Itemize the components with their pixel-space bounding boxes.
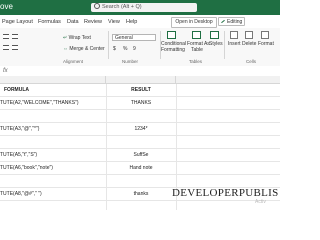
align-left-icon[interactable]	[3, 45, 9, 50]
search-icon	[94, 3, 100, 9]
format-as-table-icon[interactable]	[192, 31, 201, 39]
result-cell[interactable]: Hand note	[106, 162, 176, 175]
alignment-group-label: Alignment	[63, 59, 84, 64]
delete-cells-label[interactable]: Delete	[242, 41, 256, 47]
table-row[interactable]	[0, 136, 280, 149]
tab-help[interactable]: Help	[126, 19, 137, 25]
tab-page-layout[interactable]: Page Layout	[2, 19, 33, 25]
function-icon[interactable]: fx	[3, 68, 8, 74]
tab-data[interactable]: Data	[67, 19, 79, 25]
table-row[interactable]: TUTE(A3,"@","*") 1234*	[0, 123, 280, 136]
formula-cell[interactable]: TUTE(A6,"book","note")	[0, 162, 53, 175]
result-cell[interactable]: SuffSe	[106, 149, 176, 162]
formula-cell[interactable]: TUTE(A8,"@#"," ")	[0, 188, 42, 201]
cell-styles-icon[interactable]	[210, 31, 219, 39]
result-cell[interactable]: THANKS	[106, 97, 176, 110]
activate-windows-text: Activ	[255, 199, 266, 205]
conditional-formatting-label-2[interactable]: Formatting	[161, 47, 185, 53]
result-cell[interactable]: 1234*	[106, 123, 176, 136]
formula-header: FORMULA	[4, 87, 29, 93]
search-box[interactable]: Search (Alt + Q)	[91, 3, 197, 12]
currency-button[interactable]: $	[113, 46, 116, 52]
format-as-table-label-2[interactable]: Table	[191, 47, 203, 53]
table-row[interactable]: TUTE(A6,"book","note") Hand note	[0, 162, 280, 175]
table-row[interactable]	[0, 110, 280, 123]
pencil-icon	[221, 19, 225, 24]
cell-styles-label[interactable]: Styles	[209, 41, 223, 47]
ribbon-separator	[224, 31, 225, 59]
delete-cells-icon[interactable]	[245, 31, 253, 39]
table-row[interactable]: TUTE(A2,"WELCOME","THANKS") THANKS	[0, 97, 280, 110]
format-cells-label[interactable]: Format	[258, 41, 274, 47]
number-format-value: General	[115, 35, 133, 41]
number-group-label: Number	[122, 59, 139, 64]
comma-style-button[interactable]: 9	[133, 46, 136, 52]
editing-label: Editing	[227, 19, 243, 25]
table-row[interactable]: FORMULA RESULT	[0, 84, 280, 97]
number-format-dropdown[interactable]: General	[112, 34, 156, 41]
search-placeholder: Search (Alt + Q)	[102, 4, 142, 10]
app-title: ove	[0, 2, 13, 11]
align-top-icon[interactable]	[3, 34, 9, 39]
result-header: RESULT	[131, 87, 151, 93]
cells-group-label: Cells	[246, 59, 257, 64]
tab-formulas[interactable]: Formulas	[38, 19, 61, 25]
tab-view[interactable]: View	[108, 19, 120, 25]
column-header-b[interactable]	[106, 76, 176, 84]
watermark-text: DEVELOPERPUBLIS	[172, 187, 279, 199]
conditional-formatting-icon[interactable]	[167, 31, 176, 39]
formula-cell[interactable]: TUTE(A2,"WELCOME","THANKS")	[0, 97, 79, 110]
table-row[interactable]: TUTE(A5,"t","S") SuffSe	[0, 149, 280, 162]
percent-button[interactable]: %	[123, 46, 127, 52]
wrap-text-button[interactable]: ↵ Wrap Text	[63, 35, 91, 41]
align-middle-icon[interactable]	[12, 34, 18, 39]
indent-icon[interactable]	[12, 45, 18, 50]
wrap-text-label: Wrap Text	[68, 35, 91, 41]
open-in-desktop-button[interactable]: Open in Desktop App	[171, 17, 217, 34]
tables-group-label: Tables	[189, 59, 203, 64]
format-cells-icon[interactable]	[261, 31, 269, 39]
result-cell[interactable]: thanks	[106, 188, 176, 201]
insert-cells-label[interactable]: Insert	[228, 41, 241, 47]
merge-center-button[interactable]: ⇔ Merge & Center	[63, 46, 105, 52]
column-header-a[interactable]	[0, 76, 106, 84]
merge-center-label: Merge & Center	[69, 46, 105, 52]
formula-cell[interactable]: TUTE(A3,"@","*")	[0, 123, 39, 136]
editing-mode-button[interactable]: Editing	[218, 17, 245, 26]
insert-cells-icon[interactable]	[230, 31, 238, 39]
formula-cell[interactable]: TUTE(A5,"t","S")	[0, 149, 37, 162]
column-header-c[interactable]	[176, 76, 280, 84]
tab-review[interactable]: Review	[84, 19, 102, 25]
ribbon-separator	[108, 31, 109, 59]
title-bar: ove Search (Alt + Q)	[0, 0, 280, 15]
ribbon: ↵ Wrap Text ⇔ Merge & Center Alignment G…	[0, 28, 280, 67]
